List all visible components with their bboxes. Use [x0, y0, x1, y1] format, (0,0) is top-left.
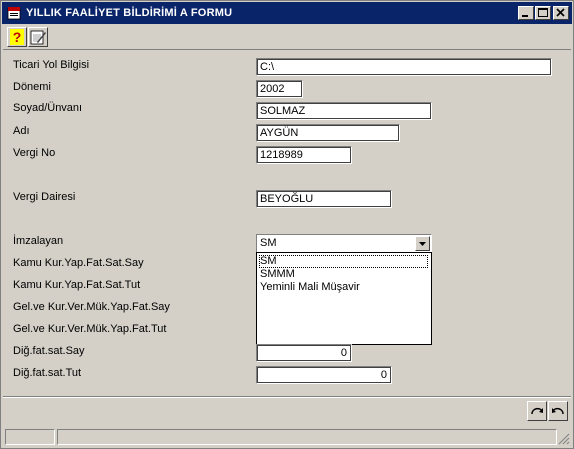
dropdown-button[interactable] — [415, 236, 430, 251]
kamu-say-label: Kamu Kur.Yap.Fat.Sat.Say — [13, 257, 144, 269]
help-icon: ? — [10, 29, 24, 45]
minimize-icon — [522, 15, 528, 17]
dig-tut-label: Diğ.fat.sat.Tut — [13, 367, 82, 379]
redo-button[interactable] — [527, 401, 547, 421]
dig-say-label: Diğ.fat.sat.Say — [13, 345, 85, 357]
vergi-no-label: Vergi No — [13, 147, 56, 159]
donemi-input[interactable]: 2002 — [256, 80, 303, 98]
status-pane-left — [5, 429, 55, 445]
resize-grip-icon[interactable] — [558, 433, 570, 445]
svg-text:?: ? — [13, 29, 22, 45]
close-button[interactable] — [553, 6, 569, 20]
option-yeminli-mali-musavir[interactable]: Yeminli Mali Müşavir — [259, 281, 428, 294]
minimize-button[interactable] — [518, 6, 534, 20]
gel-say-label: Gel.ve Kur.Ver.Mük.Yap.Fat.Say — [13, 301, 170, 313]
maximize-button[interactable] — [535, 6, 551, 20]
adi-input[interactable]: AYGÜN — [256, 124, 400, 142]
imzalayan-dropdown-list[interactable]: SM SMMM Yeminli Mali Müşavir — [256, 252, 432, 345]
bottom-toolbar — [3, 396, 571, 427]
vergi-dairesi-label: Vergi Dairesi — [13, 191, 76, 203]
gel-tut-label: Gel.ve Kur.Ver.Mük.Yap.Fat.Tut — [13, 323, 167, 335]
dig-say-input[interactable]: 0 — [256, 344, 352, 362]
option-smmm[interactable]: SMMM — [259, 268, 428, 281]
undo-icon — [552, 407, 564, 415]
adi-label: Adı — [13, 125, 30, 137]
undo-button[interactable] — [548, 401, 568, 421]
donemi-label: Dönemi — [13, 81, 51, 93]
window-title: YILLIK FAALİYET BİLDİRİMİ A FORMU — [26, 7, 233, 19]
form-window: YILLIK FAALİYET BİLDİRİMİ A FORMU ? Tica… — [0, 0, 574, 449]
title-bar[interactable]: YILLIK FAALİYET BİLDİRİMİ A FORMU — [2, 2, 572, 24]
maximize-icon — [538, 8, 548, 17]
kamu-tut-label: Kamu Kur.Yap.Fat.Sat.Tut — [13, 279, 141, 291]
edit-icon — [30, 30, 46, 45]
imzalayan-value: SM — [260, 237, 277, 249]
soyad-input[interactable]: SOLMAZ — [256, 102, 432, 120]
chevron-down-icon — [419, 242, 426, 246]
help-button[interactable]: ? — [7, 27, 27, 47]
redo-icon — [531, 407, 543, 415]
imzalayan-select[interactable]: SM — [256, 234, 432, 253]
close-icon — [556, 8, 565, 17]
ticari-yol-input[interactable]: C:\ — [256, 58, 552, 76]
toolbar: ? — [3, 25, 571, 50]
soyad-label: Soyad/Ünvanı — [13, 102, 83, 114]
vergi-no-input[interactable]: 1218989 — [256, 146, 352, 164]
option-sm[interactable]: SM — [259, 255, 428, 268]
status-bar — [3, 428, 571, 446]
app-icon[interactable] — [7, 6, 21, 20]
status-pane-main — [57, 429, 557, 445]
dig-tut-input[interactable]: 0 — [256, 366, 392, 384]
vergi-dairesi-input[interactable]: BEYOĞLU — [256, 190, 392, 208]
imzalayan-label: İmzalayan — [13, 235, 64, 247]
edit-button[interactable] — [28, 27, 48, 47]
ticari-yol-label: Ticari Yol Bilgisi — [13, 59, 90, 71]
